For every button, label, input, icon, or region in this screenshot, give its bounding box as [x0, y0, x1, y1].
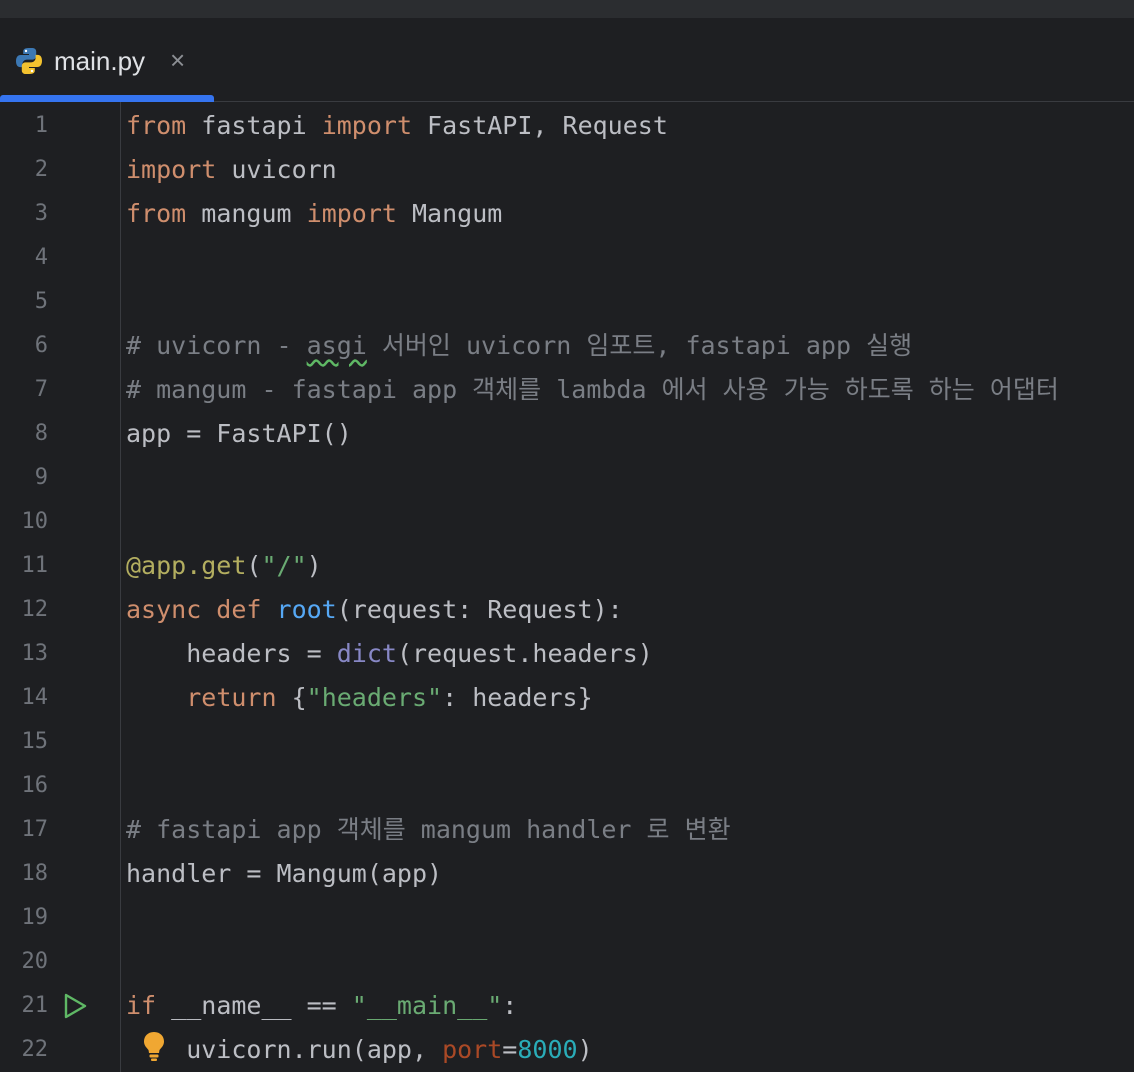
- line-number-gutter: 1 2 3 4 5 6 7 8 9 10 11 12 13 14 15 16 17 18 19 20 21 22: [0, 102, 121, 1072]
- code-token: : headers}: [442, 683, 593, 712]
- code-token: {: [276, 683, 307, 712]
- code-token: import: [306, 199, 397, 228]
- window-top-strip: [0, 0, 1134, 18]
- code-line[interactable]: @app.get("/"): [126, 544, 322, 588]
- code-token: "/": [261, 551, 307, 580]
- code-token: 8000: [517, 1035, 578, 1064]
- code-line[interactable]: app = FastAPI(): [126, 412, 352, 456]
- code-token: from: [126, 111, 187, 140]
- active-tab-indicator: [0, 95, 214, 102]
- line-number: 15: [21, 729, 49, 754]
- code-token: "headers": [306, 683, 443, 712]
- line-number: 12: [21, 597, 49, 622]
- line-number: 20: [21, 949, 49, 974]
- code-line[interactable]: async def root(request: Request):: [126, 588, 623, 632]
- code-line[interactable]: uvicorn.run(app, port=8000): [126, 1028, 593, 1072]
- line-number: 9: [34, 465, 48, 490]
- code-token: (request: Request):: [336, 595, 623, 624]
- code-line[interactable]: # mangum - fastapi app 객체를 lambda 에서 사용 …: [126, 368, 1059, 412]
- tab-main-py[interactable]: main.py ×: [0, 18, 214, 102]
- code-token: # uvicorn -: [126, 331, 307, 360]
- line-number: 3: [34, 201, 48, 226]
- code-token: import: [321, 111, 412, 140]
- code-line[interactable]: from mangum import Mangum: [126, 192, 502, 236]
- line-number: 18: [21, 861, 49, 886]
- line-number: 13: [21, 641, 49, 666]
- line-number: 17: [21, 817, 49, 842]
- code-line[interactable]: import uvicorn: [126, 148, 337, 192]
- code-token: ): [306, 551, 322, 580]
- code-line[interactable]: from fastapi import FastAPI, Request: [126, 104, 668, 148]
- code-token: (request.headers): [396, 639, 653, 668]
- line-number: 7: [34, 377, 48, 402]
- code-token: if: [126, 991, 157, 1020]
- code-token: # mangum - fastapi app 객체를 lambda 에서 사용 …: [126, 375, 1059, 404]
- code-token: =: [502, 1035, 518, 1064]
- code-token: async def: [126, 595, 277, 624]
- code-token: @app.get: [126, 551, 247, 580]
- line-number: 11: [21, 553, 49, 578]
- code-token: handler = Mangum(app): [126, 859, 443, 888]
- tab-filename: main.py: [54, 46, 146, 76]
- code-token: root: [276, 595, 337, 624]
- line-number: 5: [34, 289, 48, 314]
- line-number: 21: [21, 993, 49, 1018]
- code-token: FastAPI, Request: [412, 111, 668, 140]
- code-line[interactable]: headers = dict(request.headers): [126, 632, 653, 676]
- lightbulb-icon[interactable]: [142, 1030, 166, 1062]
- code-token: mangum: [186, 199, 307, 228]
- code-token: fastapi: [186, 111, 322, 140]
- code-line[interactable]: # fastapi app 객체를 mangum handler 로 변환: [126, 808, 731, 852]
- code-line[interactable]: return {"headers": headers}: [126, 676, 593, 720]
- line-number: 22: [21, 1037, 49, 1062]
- line-number: 19: [21, 905, 49, 930]
- line-number: 2: [34, 157, 48, 182]
- code-token: Mangum: [396, 199, 503, 228]
- code-token: uvicorn.run(app,: [126, 1035, 443, 1064]
- line-number: 8: [34, 421, 48, 446]
- line-number: 1: [34, 113, 48, 138]
- code-line[interactable]: handler = Mangum(app): [126, 852, 442, 896]
- line-number: 14: [21, 685, 49, 710]
- run-triangle-icon[interactable]: [62, 993, 88, 1019]
- code-token: # fastapi app 객체를 mangum handler 로 변환: [126, 815, 731, 844]
- code-token: __name__ ==: [156, 991, 352, 1020]
- close-tab-icon[interactable]: ×: [170, 45, 185, 75]
- code-token: (: [246, 551, 262, 580]
- code-token: ): [577, 1035, 593, 1064]
- code-token: :: [502, 991, 518, 1020]
- code-token: import: [126, 155, 217, 184]
- code-token: app = FastAPI(): [126, 419, 352, 448]
- line-number: 4: [34, 245, 48, 270]
- code-token: return: [186, 683, 277, 712]
- line-number: 10: [21, 509, 49, 534]
- code-token: port: [442, 1035, 503, 1064]
- code-token: asgi: [306, 331, 367, 360]
- python-file-icon: [16, 48, 42, 74]
- line-number: 16: [21, 773, 49, 798]
- editor-tab-bar: main.py ×: [0, 18, 1134, 102]
- line-number: 6: [34, 333, 48, 358]
- code-editor[interactable]: 1 2 3 4 5 6 7 8 9 10 11 12 13 14 15 16 17 18 19 20 21 22 from…: [0, 102, 1134, 1072]
- code-token: dict: [336, 639, 397, 668]
- code-token: 서버인 uvicorn 임포트, fastapi app 실행: [366, 331, 913, 360]
- code-token: headers =: [126, 639, 337, 668]
- code-token: from: [126, 199, 187, 228]
- code-line[interactable]: if __name__ == "__main__":: [126, 984, 517, 1028]
- code-line[interactable]: # uvicorn - asgi 서버인 uvicorn 임포트, fastap…: [126, 324, 912, 368]
- code-token: uvicorn: [216, 155, 337, 184]
- code-token: "__main__": [351, 991, 503, 1020]
